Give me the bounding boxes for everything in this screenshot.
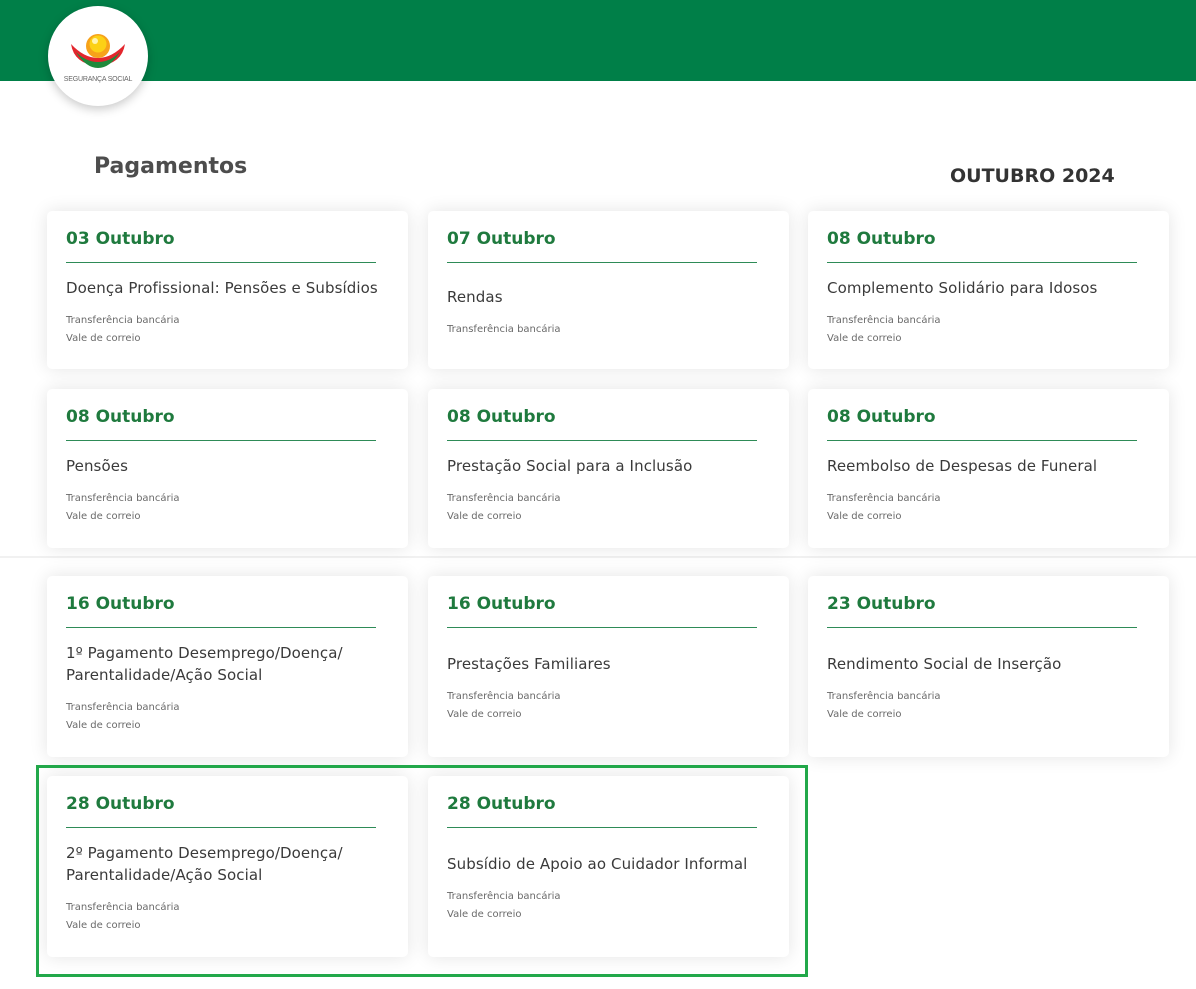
payment-method: Vale de correio [827,511,902,522]
payment-card[interactable]: 16 Outubro Prestações Familiares Transfe… [428,576,789,757]
page-title: Pagamentos [94,154,248,179]
payment-method: Transferência bancária [447,493,561,504]
payment-method: Transferência bancária [827,314,941,326]
payment-date: 08 Outubro [827,229,936,249]
seguranca-social-emblem-icon [71,34,125,68]
payment-card[interactable]: 08 Outubro Reembolso de Despesas de Fune… [808,389,1169,548]
payment-date: 23 Outubro [827,594,936,614]
payment-title: Rendas [447,287,503,306]
payment-date: 07 Outubro [447,229,556,249]
payment-title: Rendimento Social de Inserção [827,655,1062,673]
payment-method: Vale de correio [66,511,141,522]
payment-card[interactable]: 23 Outubro Rendimento Social de Inserção… [808,576,1169,757]
payment-title: Prestação Social para a Inclusão [447,457,693,475]
payment-method: Transferência bancária [447,323,561,335]
payment-method: Transferência bancária [827,691,941,702]
payment-title: Doença Profissional: Pensões e Subsídios [66,278,378,297]
payment-date: 08 Outubro [66,407,175,427]
payment-card[interactable]: 16 Outubro 1º Pagamento Desemprego/Doenç… [47,576,408,757]
payment-method: Vale de correio [827,332,902,344]
payment-title: Complemento Solidário para Idosos [827,278,1098,297]
payment-title: Reembolso de Despesas de Funeral [827,457,1098,475]
payment-card[interactable]: 03 Outubro Doença Profissional: Pensões … [47,211,408,369]
header-bar [0,0,1196,81]
payment-method: Vale de correio [447,511,522,522]
payment-title: Pensões [66,457,128,475]
month-label: OUTUBRO 2024 [950,165,1115,187]
payment-method: Transferência bancária [827,493,941,504]
logo[interactable]: SEGURANÇA SOCIAL [48,6,148,106]
payment-method: Transferência bancária [447,691,561,702]
payment-card[interactable]: 07 Outubro Rendas Transferência bancária [428,211,789,369]
payment-method: Transferência bancária [66,702,180,713]
payment-title: Prestações Familiares [447,655,611,673]
payment-method: Transferência bancária [66,314,180,326]
logo-text: SEGURANÇA SOCIAL [63,76,133,83]
payment-method: Vale de correio [827,709,902,720]
payment-method: Vale de correio [66,332,141,344]
section-divider [0,556,1196,558]
payment-title: 1º Pagamento Desemprego/Doença/ Parental… [66,644,343,684]
payment-date: 08 Outubro [447,407,556,427]
payment-card[interactable]: 08 Outubro Complemento Solidário para Id… [808,211,1169,369]
payment-date: 03 Outubro [66,229,175,249]
payment-method: Transferência bancária [66,493,180,504]
highlight-box [36,765,808,977]
payment-date: 08 Outubro [827,407,936,427]
payment-card[interactable]: 08 Outubro Prestação Social para a Inclu… [428,389,789,548]
payment-card[interactable]: 08 Outubro Pensões Transferência bancári… [47,389,408,548]
payment-method: Vale de correio [66,720,141,731]
payment-date: 16 Outubro [447,594,556,614]
payment-date: 16 Outubro [66,594,175,614]
payment-method: Vale de correio [447,709,522,720]
